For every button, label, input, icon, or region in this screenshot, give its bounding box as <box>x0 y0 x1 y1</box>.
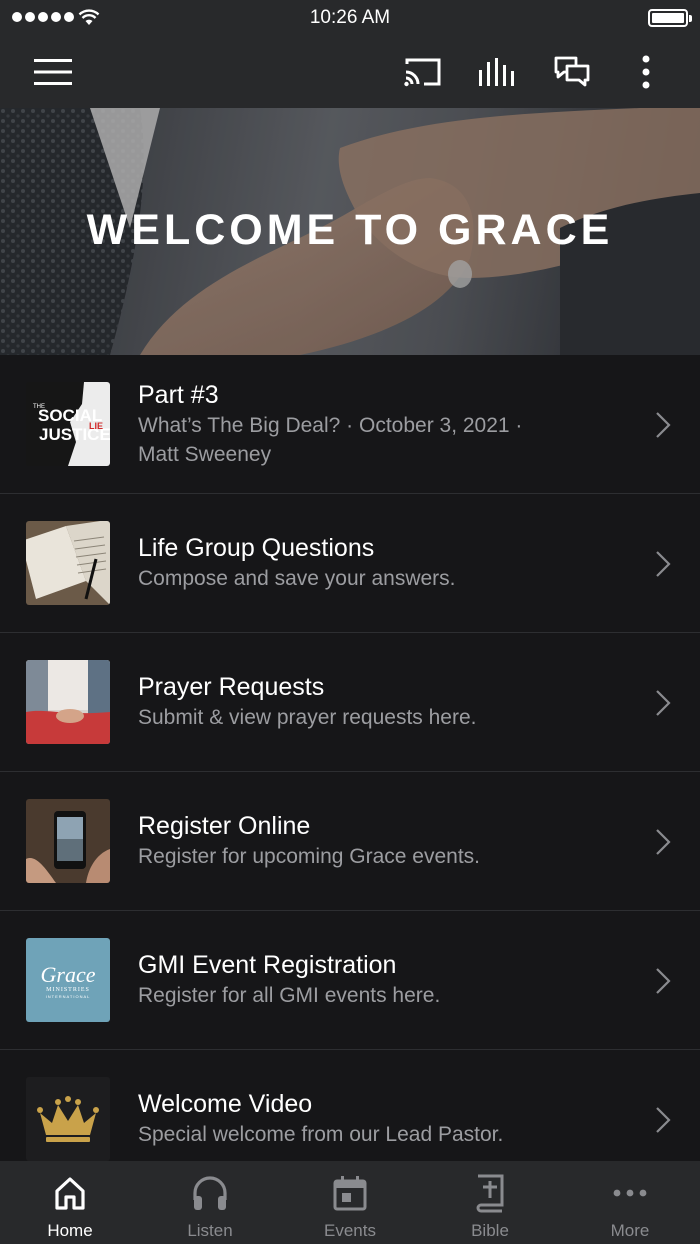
chevron-right-icon <box>656 829 671 855</box>
bible-notes-thumbnail <box>26 521 110 605</box>
list-item[interactable]: Grace MINISTRIES INTERNATIONAL GMI Event… <box>0 911 700 1050</box>
headphones-icon <box>193 1176 227 1210</box>
list-item[interactable]: THE SOCIAL JUSTICE LIE Part #3 What’s Th… <box>0 355 700 494</box>
bible-icon <box>476 1174 504 1213</box>
cast-icon[interactable] <box>393 36 453 108</box>
phone-thumbnail <box>26 799 110 883</box>
battery-icon <box>648 9 692 27</box>
crown-logo-thumbnail <box>26 1077 110 1161</box>
prayer-thumbnail <box>26 660 110 744</box>
hero-title: WELCOME TO GRACE <box>86 206 614 254</box>
list-item[interactable]: Register Online Register for upcoming Gr… <box>0 772 700 911</box>
sermon-thumbnail: THE SOCIAL JUSTICE LIE <box>26 382 110 466</box>
tab-home[interactable]: Home <box>0 1161 140 1244</box>
chat-icon[interactable] <box>542 36 602 108</box>
list-item-title: GMI Event Registration <box>138 951 397 979</box>
chevron-right-icon <box>656 968 671 994</box>
status-time: 10:26 AM <box>309 7 391 28</box>
tab-label: Listen <box>187 1221 233 1240</box>
chevron-right-icon <box>656 690 671 716</box>
list-item-title: Part #3 <box>138 381 219 409</box>
thumb-text: MINISTRIES <box>46 987 90 993</box>
list-item-title: Welcome Video <box>138 1090 313 1118</box>
list-item[interactable]: Life Group Questions Compose and save yo… <box>0 494 700 633</box>
gmi-logo-thumbnail: Grace MINISTRIES INTERNATIONAL <box>26 938 110 1022</box>
thumb-text: LIE <box>89 421 103 431</box>
chevron-right-icon <box>656 551 671 577</box>
more-vert-icon[interactable] <box>616 36 676 108</box>
status-bar: 10:26 AM <box>0 0 700 36</box>
list-item-subtitle: Register for all GMI events here. <box>138 984 441 1007</box>
chevron-right-icon <box>656 1107 671 1133</box>
list-item-subtitle: What’s The Big Deal? · October 3, 2021 · <box>138 414 523 437</box>
calendar-icon <box>333 1176 367 1211</box>
list-item-subtitle: Register for upcoming Grace events. <box>138 845 480 868</box>
list-item-title: Register Online <box>138 812 311 840</box>
more-horiz-icon <box>613 1189 647 1197</box>
tab-label: More <box>610 1221 650 1240</box>
hero-banner[interactable]: WELCOME TO GRACE <box>0 108 700 355</box>
tab-listen[interactable]: Listen <box>140 1161 280 1244</box>
tab-more[interactable]: More <box>560 1161 700 1244</box>
tab-events[interactable]: Events <box>280 1161 420 1244</box>
chevron-right-icon <box>656 412 671 438</box>
app-bar <box>0 36 700 108</box>
list-item-subtitle: Matt Sweeney <box>138 443 272 466</box>
thumb-text: Grace <box>41 962 96 987</box>
thumb-text: INTERNATIONAL <box>46 994 91 999</box>
home-icon <box>55 1177 85 1210</box>
bottom-tab-bar: Home Listen Events Bible More <box>0 1161 700 1244</box>
tab-label: Events <box>324 1221 376 1240</box>
list-item-subtitle: Compose and save your answers. <box>138 567 456 590</box>
list-item-title: Prayer Requests <box>138 673 325 701</box>
audio-bars-icon[interactable] <box>468 36 528 108</box>
tab-bible[interactable]: Bible <box>420 1161 560 1244</box>
tab-label: Home <box>47 1221 93 1240</box>
hamburger-menu-icon[interactable] <box>23 36 83 108</box>
tab-label: Bible <box>471 1221 509 1240</box>
list-item-title: Life Group Questions <box>138 534 375 562</box>
list-item-subtitle: Submit & view prayer requests here. <box>138 706 477 729</box>
list-item[interactable]: Prayer Requests Submit & view prayer req… <box>0 633 700 772</box>
list-item-subtitle: Special welcome from our Lead Pastor. <box>138 1123 504 1146</box>
